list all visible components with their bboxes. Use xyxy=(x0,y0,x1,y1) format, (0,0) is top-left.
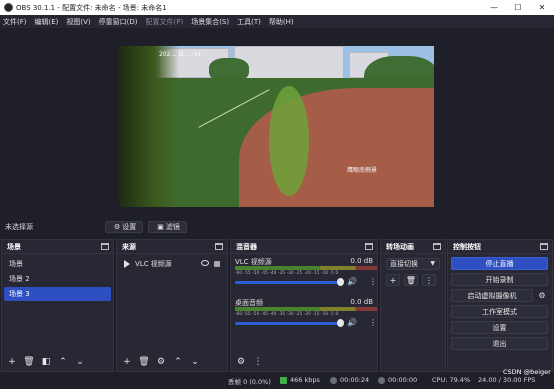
more-options-icon[interactable]: ⋮ xyxy=(369,318,377,327)
menu-scene-collection[interactable]: 场景集合(S) xyxy=(191,17,229,27)
trash-icon[interactable]: 🗑 xyxy=(404,274,418,286)
undock-icon[interactable] xyxy=(215,243,223,250)
volume-slider-handle[interactable] xyxy=(337,278,344,286)
volume-slider[interactable] xyxy=(235,281,339,284)
streaming-icon xyxy=(330,376,337,384)
controls-dock-title: 控制按钮 xyxy=(453,242,481,251)
status-bar: 丢帧 0 (0.0%) 466 kbps 00:00:24 00:00:00 C… xyxy=(0,368,554,389)
no-source-selected-label: 未选择源 xyxy=(5,223,33,231)
exit-button[interactable]: 退出 xyxy=(451,337,548,350)
mixer-channel: 桌面音频 0.0 dB -60 -55 -50 -45 -40 -35 -30 … xyxy=(235,298,377,336)
sources-dock-title: 来源 xyxy=(122,242,136,251)
filter-icon: ▣ xyxy=(157,223,164,231)
source-item[interactable]: VLC 视频源 xyxy=(119,257,225,271)
menu-tools[interactable]: 工具(T) xyxy=(237,17,261,27)
title-bar: OBS 30.1.1 - 配置文件: 未命名 - 场景: 未命名1 — ☐ ✕ xyxy=(0,0,554,15)
chevron-down-icon: ▼ xyxy=(430,260,435,267)
window-title: OBS 30.1.1 - 配置文件: 未命名 - 场景: 未命名1 xyxy=(16,3,167,12)
video-timestamp: 202... 日 ...:41 xyxy=(159,51,202,58)
start-virtual-camera-button[interactable]: 启动虚拟摄像机 xyxy=(451,289,533,302)
transition-select[interactable]: 直接切换 ▼ xyxy=(386,258,440,270)
source-toolbar: 未选择源 ⚙ 设置 ▣ 滤镜 xyxy=(0,218,554,236)
settings-button[interactable]: 设置 xyxy=(451,321,548,334)
move-up-icon[interactable]: ⌃ xyxy=(171,356,185,368)
mixer-dock-title: 混音器 xyxy=(236,242,257,251)
menu-view[interactable]: 视图(V) xyxy=(66,17,90,27)
move-up-icon[interactable]: ⌃ xyxy=(56,356,70,368)
meter-scale: -60 -55 -50 -45 -40 -35 -30 -25 -20 -15 … xyxy=(235,270,339,275)
add-transition-icon[interactable]: + xyxy=(386,274,400,286)
more-options-icon[interactable]: ⋮ xyxy=(422,274,436,286)
transitions-dock: 转场动画 直接切换 ▼ + 🗑 ⋮ xyxy=(380,239,446,372)
scene-item[interactable]: 场景 xyxy=(4,257,111,271)
advanced-audio-icon[interactable]: ⚙ xyxy=(234,356,248,368)
recording-icon xyxy=(378,376,385,384)
undock-icon[interactable] xyxy=(365,243,373,250)
speaker-icon[interactable]: 🔊 xyxy=(347,318,357,327)
undock-icon[interactable] xyxy=(433,243,441,250)
gear-icon[interactable]: ⚙ xyxy=(536,289,548,302)
eye-icon[interactable] xyxy=(201,260,209,266)
sources-dock: 来源 VLC 视频源 + 🗑 ⚙ ⌃ ⌄ xyxy=(116,239,228,372)
scene-item[interactable]: 场景 2 xyxy=(4,272,111,286)
studio-mode-button[interactable]: 工作室模式 xyxy=(451,305,548,318)
channel-name: 桌面音频 xyxy=(235,299,263,307)
start-recording-button[interactable]: 开始录制 xyxy=(451,273,548,286)
trash-icon[interactable]: 🗑 xyxy=(137,356,151,368)
bitrate: 466 kbps xyxy=(290,376,320,384)
transitions-dock-title: 转场动画 xyxy=(386,242,414,251)
audio-mixer-dock: 混音器 VLC 视频源 0.0 dB -60 -55 -50 -45 -40 -… xyxy=(230,239,378,372)
more-options-icon[interactable]: ⋮ xyxy=(369,277,377,286)
menu-file[interactable]: 文件(F) xyxy=(3,17,27,27)
dropped-frames: 丢帧 0 (0.0%) xyxy=(228,378,271,386)
channel-name: VLC 视频源 xyxy=(235,258,272,266)
menu-edit[interactable]: 编辑(E) xyxy=(35,17,59,27)
meter-scale: -60 -55 -50 -45 -40 -35 -30 -25 -20 -15 … xyxy=(235,311,339,316)
maximize-button[interactable]: ☐ xyxy=(506,0,530,15)
lock-icon[interactable] xyxy=(214,261,220,267)
obs-logo-icon xyxy=(4,3,13,12)
cpu-usage: CPU: 79.4% xyxy=(432,376,471,384)
scene-filters-icon[interactable]: ◧ xyxy=(39,356,53,368)
menu-profile[interactable]: 配置文件(P) xyxy=(146,17,184,27)
move-down-icon[interactable]: ⌄ xyxy=(73,356,87,368)
signal-icon xyxy=(280,376,287,384)
undock-icon[interactable] xyxy=(540,243,548,250)
video-watermark: 鹰眼南侧景 xyxy=(347,167,378,174)
gear-icon: ⚙ xyxy=(114,223,121,231)
volume-slider-handle[interactable] xyxy=(337,319,344,327)
record-time: 00:00:00 xyxy=(388,376,418,384)
mixer-channel: VLC 视频源 0.0 dB -60 -55 -50 -45 -40 -35 -… xyxy=(235,257,377,295)
source-name: VLC 视频源 xyxy=(135,260,172,268)
add-source-icon[interactable]: + xyxy=(120,356,134,368)
csdn-watermark: CSDN @beiger xyxy=(503,368,551,376)
trash-icon[interactable]: 🗑 xyxy=(22,356,36,368)
media-source-icon xyxy=(124,260,130,268)
gear-icon[interactable]: ⚙ xyxy=(154,356,168,368)
more-options-icon[interactable]: ⋮ xyxy=(251,356,265,368)
stop-streaming-button[interactable]: 停止直播 xyxy=(451,257,548,270)
preview-area: 202... 日 ...:41 鹰眼南侧景 xyxy=(0,28,554,218)
menu-bar: 文件(F) 编辑(E) 视图(V) 停靠窗口(D) 配置文件(P) 场景集合(S… xyxy=(0,15,554,28)
channel-db: 0.0 dB xyxy=(350,298,373,306)
scenes-dock: 场景 场景 场景 2 场景 3 + 🗑 ◧ ⌃ ⌄ xyxy=(1,239,114,372)
source-filters-button[interactable]: ▣ 滤镜 xyxy=(148,221,187,233)
video-preview[interactable]: 202... 日 ...:41 鹰眼南侧景 xyxy=(119,46,434,207)
menu-help[interactable]: 帮助(H) xyxy=(269,17,294,27)
scene-item-selected[interactable]: 场景 3 xyxy=(4,287,111,301)
channel-db: 0.0 dB xyxy=(350,257,373,265)
source-settings-button[interactable]: ⚙ 设置 xyxy=(105,221,144,233)
undock-icon[interactable] xyxy=(101,243,109,250)
controls-dock: 控制按钮 停止直播 开始录制 启动虚拟摄像机 ⚙ 工作室模式 设置 退出 xyxy=(447,239,553,372)
volume-slider[interactable] xyxy=(235,322,339,325)
minimize-button[interactable]: — xyxy=(482,0,506,15)
move-down-icon[interactable]: ⌄ xyxy=(188,356,202,368)
fps: 24.00 / 30.00 FPS xyxy=(478,376,536,384)
speaker-icon[interactable]: 🔊 xyxy=(347,277,357,286)
scenes-dock-title: 场景 xyxy=(7,242,21,251)
stream-time: 00:00:24 xyxy=(340,376,370,384)
close-button[interactable]: ✕ xyxy=(530,0,554,15)
menu-docks[interactable]: 停靠窗口(D) xyxy=(99,17,138,27)
add-scene-icon[interactable]: + xyxy=(5,356,19,368)
